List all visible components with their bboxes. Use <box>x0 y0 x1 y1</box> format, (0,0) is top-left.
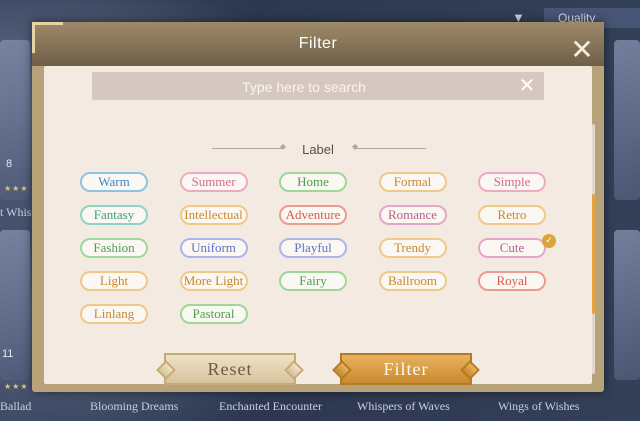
close-icon[interactable]: ✕ <box>564 32 600 68</box>
tag-chip[interactable]: Retro <box>478 205 546 225</box>
tag-chip[interactable]: Intellectual <box>179 205 248 225</box>
tag-chip[interactable]: More Light <box>179 271 248 291</box>
bg-card-right-top <box>614 40 640 200</box>
tag-chip[interactable]: Cute ✓ <box>478 234 556 258</box>
tag-chip[interactable]: Fairy <box>279 271 347 291</box>
clear-icon[interactable]: ✕ <box>516 74 538 98</box>
tag-chip[interactable]: Fashion <box>80 238 148 258</box>
bg-caption: Wings of Wishes <box>498 399 580 413</box>
section-label: Label <box>302 142 334 157</box>
tag-chip[interactable]: Warm <box>80 172 148 192</box>
bg-caption: Enchanted Encounter <box>219 399 322 413</box>
bg-card-stars: ★★★ <box>4 184 29 193</box>
tag-chip[interactable]: Summer <box>179 172 248 192</box>
filter-button[interactable]: Filter <box>340 353 472 385</box>
search-input[interactable] <box>92 72 516 102</box>
bg-caption: Blooming Dreams <box>90 399 179 413</box>
selected-check-icon: ✓ <box>542 234 556 248</box>
tag-chip[interactable]: Home <box>279 172 347 192</box>
bg-card-left-top <box>0 40 30 200</box>
dialog-title: Filter <box>298 35 338 52</box>
divider-right <box>352 142 426 151</box>
scrollbar-thumb[interactable] <box>592 194 595 314</box>
bg-card-count: 8 <box>6 158 13 170</box>
tag-chip[interactable]: Linlang <box>80 304 148 324</box>
bg-card-right-bottom <box>614 230 640 380</box>
tag-chip[interactable]: Romance <box>378 205 447 225</box>
bg-card-count: 11 <box>2 348 14 360</box>
tag-chip[interactable]: Light <box>80 271 148 291</box>
tag-chip[interactable]: Playful <box>279 238 347 258</box>
tag-chip[interactable]: Fantasy <box>80 205 148 225</box>
tag-chip[interactable]: Formal <box>378 172 447 192</box>
bg-caption: Ballad <box>0 399 32 413</box>
tag-chip[interactable]: Royal <box>478 271 546 291</box>
tag-chip[interactable]: Trendy <box>378 238 447 258</box>
tag-chip[interactable]: Simple <box>478 172 546 192</box>
bg-card-stars: ★★★ <box>4 382 29 391</box>
dialog-panel: ✕ Label Warm Summer Home Formal Simple Fantas… <box>44 66 595 385</box>
bg-caption: Whispers of Waves <box>357 399 450 413</box>
tag-chip[interactable]: Adventure <box>279 205 347 225</box>
tag-chip[interactable]: Pastoral <box>179 304 248 324</box>
tag-chip[interactable]: Ballroom <box>378 271 447 291</box>
reset-button[interactable]: Reset <box>164 353 296 385</box>
scrollbar[interactable] <box>592 124 595 374</box>
tag-chip[interactable]: Uniform <box>179 238 248 258</box>
search-bar: ✕ <box>92 72 544 102</box>
filter-dialog: Filter ✕ ✕ Label Warm Summer Home Formal Sim… <box>32 22 604 392</box>
